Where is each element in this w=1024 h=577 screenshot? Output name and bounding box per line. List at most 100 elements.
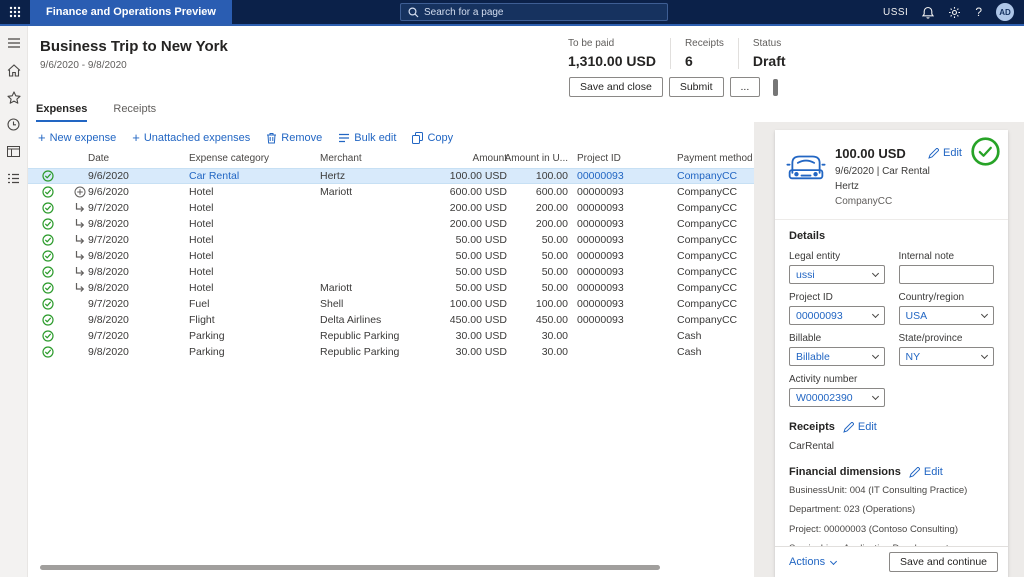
cell-expense-category: Fuel xyxy=(189,296,307,312)
bell-icon[interactable] xyxy=(922,6,934,19)
cell-expense-category: Hotel xyxy=(189,264,307,280)
tab-receipts[interactable]: Receipts xyxy=(113,103,156,122)
more-button[interactable]: ... xyxy=(730,77,761,97)
edit-financial-dimensions-button[interactable]: Edit xyxy=(909,466,943,478)
dropdown[interactable]: USA xyxy=(899,306,995,325)
table-row[interactable]: 9/7/2020Hotel200.00 USD200.0000000093Com… xyxy=(28,200,754,216)
column-expense-category[interactable]: Expense category xyxy=(189,151,307,167)
cell-amount-usd: 30.00 xyxy=(504,328,568,344)
save-and-continue-button[interactable]: Save and continue xyxy=(889,552,998,572)
expense-details-card: 100.00 USD 9/6/2020 | Car Rental Hertz C… xyxy=(775,130,1008,577)
cell-amount: 50.00 USD xyxy=(408,280,507,296)
new-expense-button[interactable]: + New expense xyxy=(38,131,116,144)
home-icon[interactable] xyxy=(6,62,22,78)
submit-button[interactable]: Submit xyxy=(669,77,724,97)
workspaces-icon[interactable] xyxy=(6,143,22,159)
cell-project-id[interactable]: 00000093 xyxy=(577,184,662,200)
cell-project-id[interactable]: 00000093 xyxy=(577,200,662,216)
field-state-province: State/provinceNY xyxy=(899,333,995,366)
cell-payment-method: CompanyCC xyxy=(677,216,767,232)
cell-expense-category: Parking xyxy=(189,328,307,344)
actions-menu[interactable]: Actions xyxy=(789,556,836,568)
table-row[interactable]: 9/8/2020Hotel200.00 USD200.0000000093Com… xyxy=(28,216,754,232)
status-approved-icon xyxy=(42,328,56,344)
table-row[interactable]: 9/6/2020Car RentalHertz100.00 USD100.000… xyxy=(28,168,754,184)
environment-label[interactable]: USSI xyxy=(883,7,908,18)
waffle-icon[interactable] xyxy=(0,0,30,24)
table-row[interactable]: 9/6/2020HotelMariott600.00 USD600.000000… xyxy=(28,184,754,200)
edit-receipts-button[interactable]: Edit xyxy=(843,421,877,433)
cell-amount-usd: 30.00 xyxy=(504,344,568,360)
cell-expense-category[interactable]: Car Rental xyxy=(189,168,307,184)
column-amount-usd[interactable]: Amount in U... xyxy=(504,151,568,167)
app-title[interactable]: Finance and Operations Preview xyxy=(30,0,232,24)
bulk-edit-icon xyxy=(338,133,350,143)
help-icon[interactable]: ? xyxy=(975,5,982,19)
table-row[interactable]: 9/8/2020Hotel50.00 USD50.0000000093Compa… xyxy=(28,264,754,280)
copy-icon xyxy=(412,132,423,144)
copy-button[interactable]: Copy xyxy=(412,132,453,144)
table-row[interactable]: 9/8/2020ParkingRepublic Parking30.00 USD… xyxy=(28,344,754,360)
menu-icon[interactable] xyxy=(6,35,22,51)
cell-project-id[interactable]: 00000093 xyxy=(577,264,662,280)
cell-project-id[interactable]: 00000093 xyxy=(577,280,662,296)
cell-amount-usd: 450.00 xyxy=(504,312,568,328)
field-internal-note: Internal note xyxy=(899,251,995,284)
chevron-down-icon xyxy=(981,311,988,318)
cell-project-id[interactable]: 00000093 xyxy=(577,248,662,264)
recent-icon[interactable] xyxy=(6,116,22,132)
chevron-down-icon xyxy=(871,393,878,400)
dropdown[interactable]: NY xyxy=(899,347,995,366)
column-payment-method[interactable]: Payment method xyxy=(677,151,767,167)
cell-project-id xyxy=(577,328,662,344)
expand-icon[interactable] xyxy=(74,184,88,200)
avatar[interactable]: AD xyxy=(996,3,1014,21)
column-date[interactable]: Date xyxy=(88,151,166,167)
text-input[interactable] xyxy=(899,265,995,284)
column-amount[interactable]: Amount xyxy=(408,151,507,167)
status-approved-icon xyxy=(42,248,56,264)
horizontal-scrollbar[interactable] xyxy=(40,565,660,570)
card-body: Details Legal entityussiInternal notePro… xyxy=(775,220,1008,568)
table-row[interactable]: 9/7/2020FuelShell100.00 USD100.000000009… xyxy=(28,296,754,312)
table-row[interactable]: 9/8/2020HotelMariott50.00 USD50.00000000… xyxy=(28,280,754,296)
header-buttons: Save and close Submit ... xyxy=(569,77,778,97)
cell-project-id[interactable]: 00000093 xyxy=(577,312,662,328)
dropdown[interactable]: 00000093 xyxy=(789,306,885,325)
column-project-id[interactable]: Project ID xyxy=(577,151,662,167)
expense-grid-panel: + New expense + Unattached expenses Remo… xyxy=(28,122,754,577)
dropdown[interactable]: ussi xyxy=(789,265,885,284)
field-receipts-count: Receipts 6 xyxy=(685,38,739,69)
cell-project-id[interactable]: 00000093 xyxy=(577,216,662,232)
dropdown[interactable]: Billable xyxy=(789,347,885,366)
table-row[interactable]: 9/8/2020Hotel50.00 USD50.0000000093Compa… xyxy=(28,248,754,264)
edit-expense-button[interactable]: Edit xyxy=(928,147,962,159)
details-section-title: Details xyxy=(789,230,994,242)
gear-icon[interactable] xyxy=(948,6,961,19)
cell-project-id[interactable]: 00000093 xyxy=(577,168,662,184)
unattached-expenses-button[interactable]: + Unattached expenses xyxy=(132,131,250,144)
cell-date: 9/7/2020 xyxy=(88,200,166,216)
table-row[interactable]: 9/7/2020ParkingRepublic Parking30.00 USD… xyxy=(28,328,754,344)
details-fields: Legal entityussiInternal noteProject ID0… xyxy=(789,251,994,407)
table-row[interactable]: 9/7/2020Hotel50.00 USD50.0000000093Compa… xyxy=(28,232,754,248)
car-icon xyxy=(786,151,826,182)
tree-spacer xyxy=(74,328,88,344)
receipt-item[interactable]: CarRental xyxy=(789,441,994,452)
bulk-edit-button[interactable]: Bulk edit xyxy=(338,132,396,144)
financial-dimension-line: BusinessUnit: 004 (IT Consulting Practic… xyxy=(789,485,994,497)
cell-project-id[interactable]: 00000093 xyxy=(577,296,662,312)
table-row[interactable]: 9/8/2020FlightDelta Airlines450.00 USD45… xyxy=(28,312,754,328)
favorites-icon[interactable] xyxy=(6,89,22,105)
dropdown[interactable]: W00002390 xyxy=(789,388,885,407)
modules-icon[interactable] xyxy=(6,170,22,186)
remove-button[interactable]: Remove xyxy=(266,132,322,144)
tree-spacer xyxy=(74,296,88,312)
cell-project-id[interactable]: 00000093 xyxy=(577,232,662,248)
cell-amount-usd: 100.00 xyxy=(504,168,568,184)
save-and-close-button[interactable]: Save and close xyxy=(569,77,663,97)
header-scrollbar[interactable] xyxy=(773,79,778,96)
search-input[interactable]: Search for a page xyxy=(400,3,668,21)
tab-expenses[interactable]: Expenses xyxy=(36,103,87,122)
field-activity-number: Activity numberW00002390 xyxy=(789,374,885,407)
